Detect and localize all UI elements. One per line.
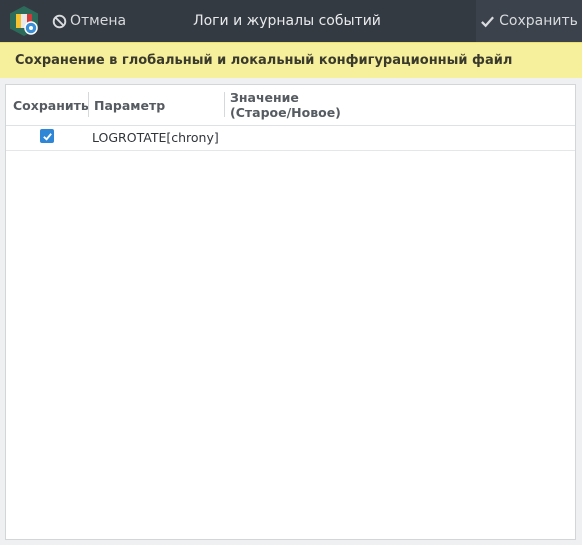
- save-checkbox[interactable]: [40, 129, 54, 143]
- table-row: LOGROTATE[chrony]: [6, 126, 575, 151]
- settings-table: Сохранить Параметр Значение (Старое/Ново…: [5, 84, 576, 540]
- column-header-save[interactable]: Сохранить: [13, 85, 89, 125]
- dialog-title: Логи и журналы событий: [193, 13, 381, 29]
- table-header: Сохранить Параметр Значение (Старое/Ново…: [6, 85, 575, 126]
- save-button-label: Сохранить: [499, 13, 578, 29]
- column-header-value-label: Значение (Старое/Новое): [230, 90, 341, 120]
- checkmark-icon: [481, 16, 495, 27]
- dialog-titlebar: Отмена Логи и журналы событий Сохранить: [0, 0, 582, 42]
- app-logo-icon: [8, 5, 40, 37]
- cancel-button-label: Отмена: [70, 13, 127, 29]
- column-header-value[interactable]: Значение (Старое/Новое): [224, 85, 341, 125]
- parameter-cell: LOGROTATE[chrony]: [92, 129, 219, 145]
- column-header-parameter[interactable]: Параметр: [87, 85, 165, 125]
- check-icon: [42, 132, 52, 141]
- cancel-button[interactable]: Отмена: [52, 0, 126, 42]
- info-banner-text: Сохранение в глобальный и локальный конф…: [15, 53, 513, 68]
- info-banner: Сохранение в глобальный и локальный конф…: [0, 42, 582, 78]
- cancel-icon: [52, 14, 67, 28]
- save-button[interactable]: Сохранить: [476, 0, 582, 42]
